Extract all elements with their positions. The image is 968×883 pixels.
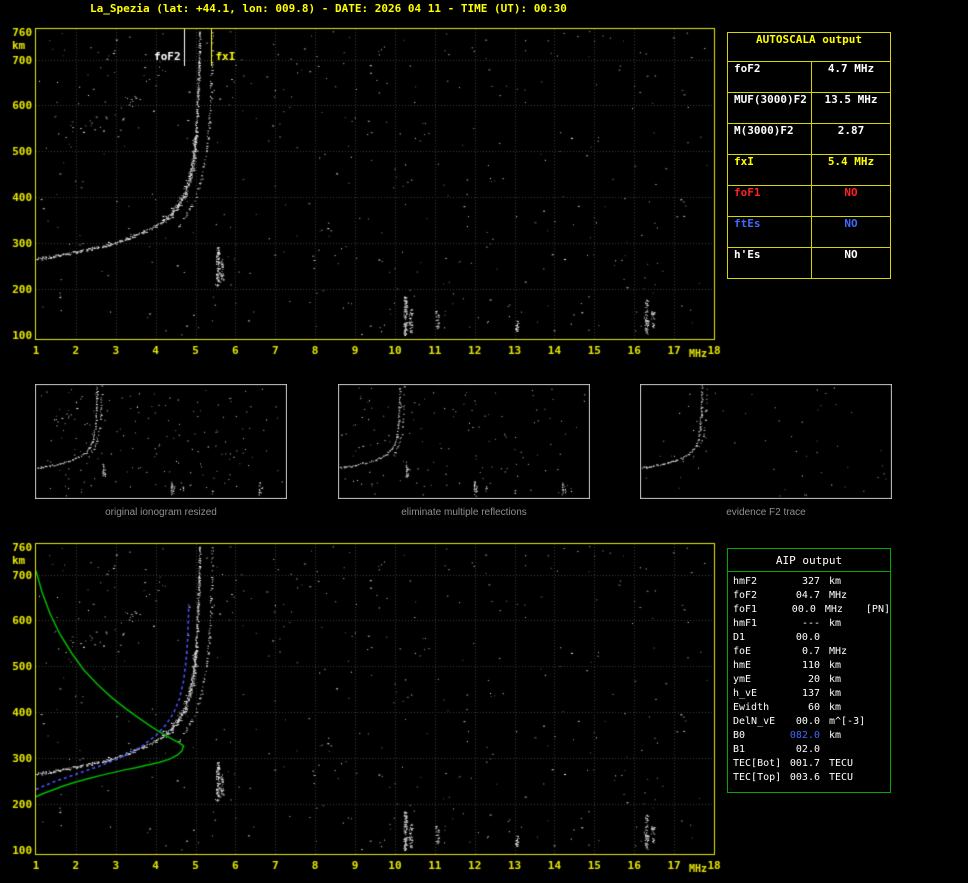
aip-row-value: 60 [807, 702, 820, 713]
autoscala-row-value: NO [844, 217, 858, 230]
aip-row-foe: foE 0.7 MHz [728, 646, 890, 660]
aip-row-label: hmF1 [733, 618, 758, 629]
autoscala-row-label: M(3000)F2 [728, 124, 812, 154]
aip-row-label: foF2 [733, 590, 758, 601]
aip-row-unit: km [829, 702, 842, 713]
aip-row-value: 003.6 [789, 772, 820, 783]
aip-row-unit: km [829, 688, 842, 699]
thumbnail-caption: original ionogram resized [105, 507, 217, 518]
autoscala-row-ftes: ftEs NO [728, 217, 890, 248]
autoscala-row-label: fxI [728, 155, 812, 185]
thumbnail-caption: eliminate multiple reflections [401, 507, 527, 518]
aip-row-hme: hmE 110 km [728, 660, 890, 674]
autoscala-row-label: ftEs [728, 217, 812, 247]
aip-row-label: foF1 [733, 604, 758, 615]
aip-row-label: DelN_vE [733, 716, 776, 727]
aip-row-fof2: foF2 04.7 MHz [728, 590, 890, 604]
aip-row-fof1: foF1 00.0 MHz [PN] [728, 604, 890, 618]
autoscala-row-value: 5.4 MHz [827, 155, 875, 168]
aip-row-value: 00.0 [795, 632, 820, 643]
autoscala-row-value: 2.87 [837, 124, 865, 137]
aip-row-unit: km [829, 660, 842, 671]
aip-row-label: TEC[Top] [733, 772, 782, 783]
aip-row-tectop: TEC[Top] 003.6 TECU [728, 772, 890, 786]
autoscala-row-m3000f2: M(3000)F2 2.87 [728, 124, 890, 155]
aip-row-hve: h_vE 137 km [728, 688, 890, 702]
aip-row-value: 110 [801, 660, 820, 671]
aip-row-yme: ymE 20 km [728, 674, 890, 688]
aip-panel-title: AIP output [728, 549, 890, 572]
station-title: La_Spezia (lat: +44.1, lon: 009.8) - DAT… [90, 2, 567, 15]
aip-row-value: --- [801, 618, 820, 629]
aip-row-tecbot: TEC[Bot] 001.7 TECU [728, 758, 890, 772]
autoscala-row-hpes: h'Es NO [728, 248, 890, 278]
autoscala-panel-title: AUTOSCALA output [728, 33, 890, 62]
aip-row-ewidth: Ewidth 60 km [728, 702, 890, 716]
aip-row-value: 20 [807, 674, 820, 685]
aip-row-d1: D1 00.0 [728, 632, 890, 646]
aip-row-label: B1 [733, 744, 746, 755]
aip-row-value: 137 [801, 688, 820, 699]
thumbnail-original-ionogram [35, 384, 287, 499]
autoscala-row-fof1: foF1 NO [728, 186, 890, 217]
aip-row-value: 001.7 [789, 758, 820, 769]
autoscala-row-label: MUF(3000)F2 [728, 93, 812, 123]
autoscala-row-value: NO [844, 248, 858, 261]
aip-row-value: 02.0 [795, 744, 820, 755]
autoscala-output-panel: AUTOSCALA output foF2 4.7 MHz MUF(3000)F… [727, 32, 891, 279]
aip-row-b1: B1 02.0 [728, 744, 890, 758]
aip-row-unit: km [829, 730, 842, 741]
aip-row-label: D1 [733, 632, 746, 643]
aip-row-unit: TECU [829, 758, 854, 769]
autoscala-row-label: foF2 [728, 62, 812, 92]
thumbnail-f2-trace-evidence [640, 384, 892, 499]
aip-row-label: ymE [733, 674, 752, 685]
aip-row-b0: B0 082.0 km [728, 730, 890, 744]
aip-row-label: h_vE [733, 688, 758, 699]
aip-row-delnve: DelN_vE 00.0 m^[-3] [728, 716, 890, 730]
aip-profile-ionogram-chart [5, 537, 725, 882]
thumbnail-caption: evidence F2 trace [726, 507, 806, 518]
aip-row-unit: m^[-3] [829, 716, 866, 727]
aip-row-unit [829, 744, 871, 758]
aip-row-label: foE [733, 646, 752, 657]
aip-output-panel: AIP output hmF2 327 km foF2 04.7 MHz foF1 00.… [727, 548, 891, 793]
autoscaled-ionogram-chart [5, 22, 725, 367]
aip-row-unit: km [829, 618, 842, 629]
aip-row-value: 04.7 [795, 590, 820, 601]
aip-row-value: 082.0 [789, 730, 820, 741]
autoscala-row-fof2: foF2 4.7 MHz [728, 62, 890, 93]
aip-row-label: hmE [733, 660, 752, 671]
aip-row-unit: km [829, 576, 842, 587]
autoscala-row-muf3000f2: MUF(3000)F2 13.5 MHz [728, 93, 890, 124]
aip-row-unit: MHz [829, 590, 848, 601]
autoscala-row-label: h'Es [728, 248, 812, 278]
aip-row-label: TEC[Bot] [733, 758, 782, 769]
autoscala-row-value: NO [844, 186, 858, 199]
autoscala-row-value: 13.5 MHz [824, 93, 878, 106]
aip-row-label: B0 [733, 730, 746, 741]
aip-row-unit: TECU [829, 772, 854, 783]
aip-row-unit: MHz [829, 646, 848, 657]
aip-row-value: 00.0 [795, 716, 820, 727]
aip-row-label: Ewidth [733, 702, 770, 713]
aip-row-unit: MHz [824, 604, 843, 615]
aip-row-value: 00.0 [791, 604, 816, 615]
aip-row-value: 0.7 [801, 646, 820, 657]
aip-row-label: hmF2 [733, 576, 758, 587]
autoscala-row-fxi: fxI 5.4 MHz [728, 155, 890, 186]
aip-row-note: [PN] [865, 604, 890, 615]
aip-row-hmf1: hmF1 --- km [728, 618, 890, 632]
aip-row-hmf2: hmF2 327 km [728, 576, 890, 590]
autoscala-row-label: foF1 [728, 186, 812, 216]
autoscala-row-value: 4.7 MHz [827, 62, 875, 75]
aip-row-value: 327 [801, 576, 820, 587]
autoscala-app-screen: La_Spezia (lat: +44.1, lon: 009.8) - DAT… [0, 0, 968, 883]
thumbnail-multiple-reflections-removed [338, 384, 590, 499]
aip-row-unit: km [829, 674, 842, 685]
aip-row-unit [829, 632, 871, 646]
